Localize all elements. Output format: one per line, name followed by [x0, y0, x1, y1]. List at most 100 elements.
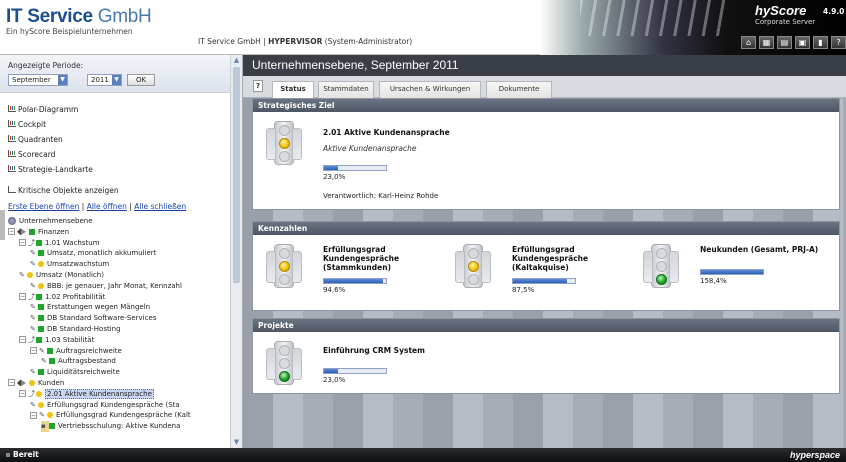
nav-link-strategie-landkarte[interactable]: Strategie-Landkarte [8, 162, 93, 177]
tree-item-label: 2.01 Aktive Kundenansprache [45, 388, 154, 399]
critical-objects-link[interactable]: Kritische Objekte anzeigen [8, 186, 119, 195]
nav-link-cockpit[interactable]: Cockpit [8, 117, 93, 132]
left-scrollbar[interactable]: ▲ ▼ [230, 55, 242, 448]
tree-item[interactable]: ▪ Vertriebsschulung: Aktive Kundena [8, 421, 230, 432]
traffic-light-icon [266, 244, 302, 288]
section-header: Projekte [253, 319, 839, 332]
tree-item[interactable]: − ⤴ 1.02 Profitabilität [8, 292, 230, 303]
vendor-logo: hyperspace [789, 450, 840, 460]
collapse-icon[interactable]: − [8, 228, 15, 236]
lamp-red [468, 248, 479, 259]
tree-item[interactable]: ✎ Erstattungen wegen Mängeln [8, 302, 230, 313]
tree-item[interactable]: Unternehmensebene [8, 216, 230, 227]
collapse-icon[interactable]: − [30, 411, 37, 419]
grid-icon[interactable]: ▦ [759, 36, 774, 49]
status-indicator [49, 358, 55, 365]
tree-item[interactable]: − ⤴ 1.03 Stabilität [8, 335, 230, 346]
status-indicator [38, 315, 44, 322]
tree-item[interactable]: ✎ BBB: je genauer, Jahr Monat, Kennzahl [8, 281, 230, 292]
status-indicator [27, 271, 33, 278]
help-button[interactable]: ? [253, 80, 263, 92]
tree-item[interactable]: − ⤴ 1.01 Wachstum [8, 238, 230, 249]
tree-item[interactable]: ✎ DB Standard Software-Services [8, 313, 230, 324]
progress-fill [324, 166, 339, 170]
panel-collapse-handle[interactable] [0, 210, 5, 240]
tab-ursachen-wirkungen[interactable]: Ursachen & Wirkungen [379, 81, 481, 98]
status-indicator [36, 336, 42, 343]
company-brand: IT Service GmbH Ein hyScore Beispielunte… [6, 6, 152, 36]
kpi-progress-bar [512, 278, 576, 284]
goal-title[interactable]: 2.01 Aktive Kundenansprache [323, 128, 450, 137]
year-select[interactable]: 2011 ▼ [87, 74, 122, 86]
status-indicator [38, 369, 44, 376]
context-info: IT Service GmbH | HYPERVISOR (System-Adm… [198, 37, 413, 46]
kpi-title[interactable]: Erfüllungsgrad Kundengespräche (Stammkun… [323, 245, 405, 272]
lamp-yellow [279, 261, 290, 272]
month-select[interactable]: September ▼ [8, 74, 68, 86]
tree-item-label: DB Standard-Hosting [47, 324, 121, 333]
status-bar: Bereit hyperspace [0, 448, 846, 462]
tree-item[interactable]: ✎ Erfüllungsgrad Kundengespräche (Sta [8, 400, 230, 411]
banner-image [580, 0, 730, 36]
tree-item[interactable]: − Finanzen [8, 227, 230, 238]
tree-item[interactable]: − ✎ Erfüllungsgrad Kundengespräche (Kalt [8, 410, 230, 421]
collapse-icon[interactable]: − [19, 390, 26, 398]
scroll-down-icon[interactable]: ▼ [232, 438, 241, 447]
tab-stammdaten[interactable]: Stammdaten [318, 81, 374, 98]
progress-fill [324, 279, 383, 283]
tree-item[interactable]: ✎ Umsatzwachstum [8, 259, 230, 270]
status-indicator [38, 325, 44, 332]
kpi-title[interactable]: Neukunden (Gesamt, PRJ-A) [700, 245, 820, 254]
chart-icon [8, 150, 16, 157]
tree-item-label: Erstattungen wegen Mängeln [47, 303, 151, 312]
help-icon[interactable]: ? [831, 36, 846, 49]
open-all-link[interactable]: Alle öffnen [87, 202, 127, 211]
nav-link-scorecard[interactable]: Scorecard [8, 147, 93, 162]
tab-status[interactable]: Status [272, 81, 314, 99]
lamp-yellow [279, 358, 290, 369]
goal-icon: ⤴ [28, 292, 35, 301]
tree-item[interactable]: ✎ Auftragsbestand [8, 356, 230, 367]
tree-item[interactable]: − Kunden [8, 378, 230, 389]
chart-icon [8, 105, 16, 112]
traffic-light-icon [643, 244, 679, 288]
scroll-up-icon[interactable]: ▲ [232, 56, 241, 65]
tree-item-label: Erfüllungsgrad Kundengespräche (Kalt [56, 411, 191, 420]
open-first-level-link[interactable]: Erste Ebene öffnen [8, 202, 79, 211]
status-indicator [47, 347, 53, 354]
ok-button[interactable]: OK [127, 74, 155, 86]
nav-link-quadranten[interactable]: Quadranten [8, 132, 93, 147]
status-indicator [36, 239, 42, 246]
scroll-thumb[interactable] [233, 67, 240, 283]
tree-item[interactable]: ✎ Umsatz, monatlich akkumuliert [8, 248, 230, 259]
tree-item-label: 1.02 Profitabilität [45, 292, 106, 301]
chart-icon [8, 135, 16, 142]
collapse-icon[interactable]: − [19, 239, 26, 247]
status-indicator [38, 282, 44, 289]
collapse-icon[interactable]: − [8, 379, 15, 387]
tab-dokumente[interactable]: Dokumente [486, 81, 552, 98]
window-icon[interactable]: ▣ [795, 36, 810, 49]
nav-link-polar-diagramm[interactable]: Polar-Diagramm [8, 102, 93, 117]
tree-item[interactable]: ✎ DB Standard-Hosting [8, 324, 230, 335]
collapse-icon[interactable]: − [30, 347, 37, 355]
tree-item[interactable]: ✎ Umsatz (Monatlich) [8, 270, 230, 281]
status-indicator [38, 261, 44, 268]
tree-item[interactable]: ✎ Liquiditätsreichweite [8, 367, 230, 378]
print-icon[interactable]: ▤ [777, 36, 792, 49]
book-icon[interactable]: ▮ [813, 36, 828, 49]
tree-item[interactable]: − ✎ Auftragsreichweite [8, 346, 230, 357]
tree-item[interactable]: − ⤴ 2.01 Aktive Kundenansprache [8, 388, 230, 400]
traffic-light-icon [266, 341, 302, 385]
lamp-yellow [656, 261, 667, 272]
page-title: Unternehmensebene, September 2011 [243, 55, 846, 76]
project-title[interactable]: Einführung CRM System [323, 346, 425, 355]
tree-item-label: Auftragsreichweite [56, 346, 122, 355]
lamp-red [656, 248, 667, 259]
collapse-icon[interactable]: − [19, 293, 26, 301]
collapse-icon[interactable]: − [19, 336, 26, 344]
kpi-title[interactable]: Erfüllungsgrad Kundengespräche (Kaltakqu… [512, 245, 594, 272]
close-all-link[interactable]: Alle schließen [134, 202, 186, 211]
home-icon[interactable]: ⌂ [741, 36, 756, 49]
pencil-icon: ✎ [30, 249, 36, 258]
